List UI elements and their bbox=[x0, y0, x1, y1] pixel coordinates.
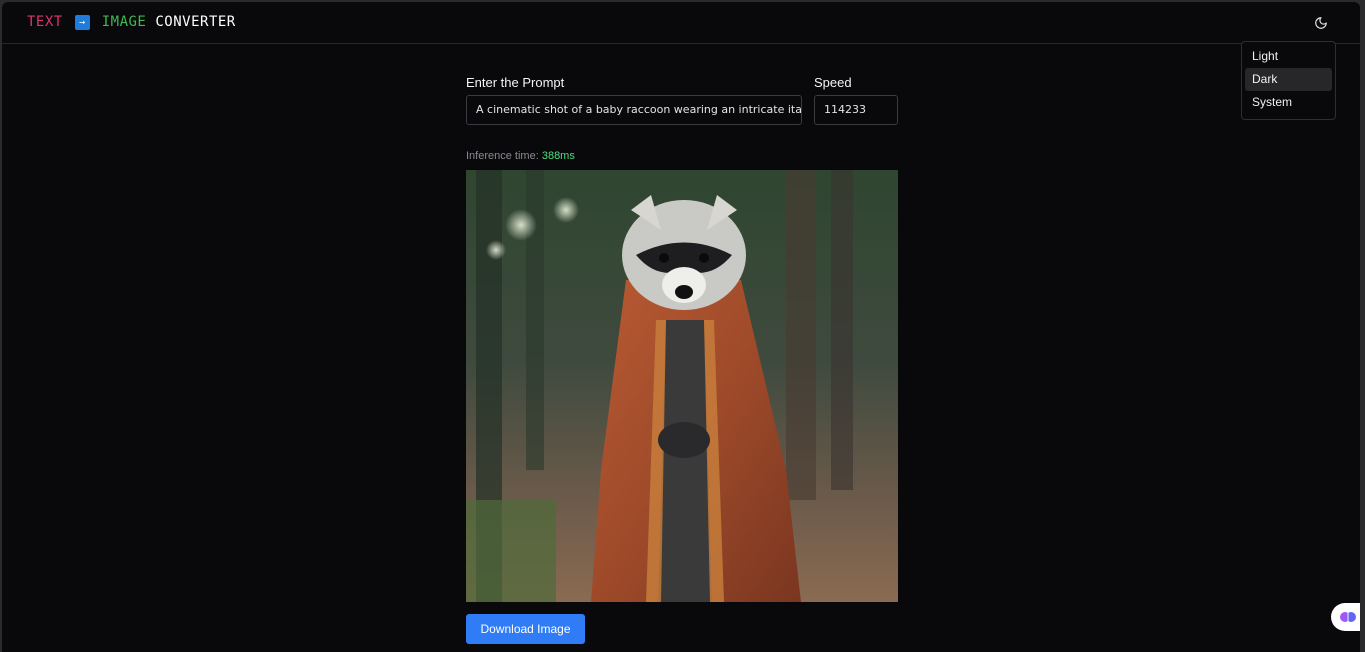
raccoon-image-illustration bbox=[466, 170, 898, 602]
prompt-label: Enter the Prompt bbox=[466, 75, 565, 90]
theme-option-dark[interactable]: Dark bbox=[1245, 68, 1332, 91]
download-image-button[interactable]: Download Image bbox=[466, 614, 585, 644]
arrow-right-icon: → bbox=[74, 14, 90, 30]
theme-option-light[interactable]: Light bbox=[1245, 45, 1332, 68]
inference-value: 388ms bbox=[541, 150, 575, 162]
brain-icon bbox=[1340, 612, 1356, 622]
theme-option-system[interactable]: System bbox=[1245, 91, 1332, 114]
moon-icon bbox=[1315, 17, 1327, 29]
inference-time: Inference time: 388ms bbox=[466, 150, 575, 162]
logo-text-word: TEXT bbox=[27, 14, 63, 30]
app-logo[interactable]: TEXT → IMAGE CONVERTER bbox=[27, 14, 236, 30]
header-bar: TEXT → IMAGE CONVERTER bbox=[2, 2, 1360, 44]
generated-image bbox=[466, 170, 898, 602]
theme-toggle-button[interactable] bbox=[1310, 12, 1332, 34]
logo-converter-word: CONVERTER bbox=[155, 14, 236, 30]
inference-label: Inference time: bbox=[466, 150, 539, 162]
assistant-widget-button[interactable] bbox=[1331, 603, 1360, 631]
app-window: TEXT → IMAGE CONVERTER Light Dark System… bbox=[2, 2, 1360, 652]
logo-image-word: IMAGE bbox=[101, 14, 147, 30]
prompt-input[interactable]: A cinematic shot of a baby raccoon weari… bbox=[466, 95, 802, 125]
theme-menu: Light Dark System bbox=[1241, 41, 1336, 120]
speed-input[interactable]: 114233 bbox=[814, 95, 898, 125]
speed-label: Speed bbox=[814, 75, 852, 90]
